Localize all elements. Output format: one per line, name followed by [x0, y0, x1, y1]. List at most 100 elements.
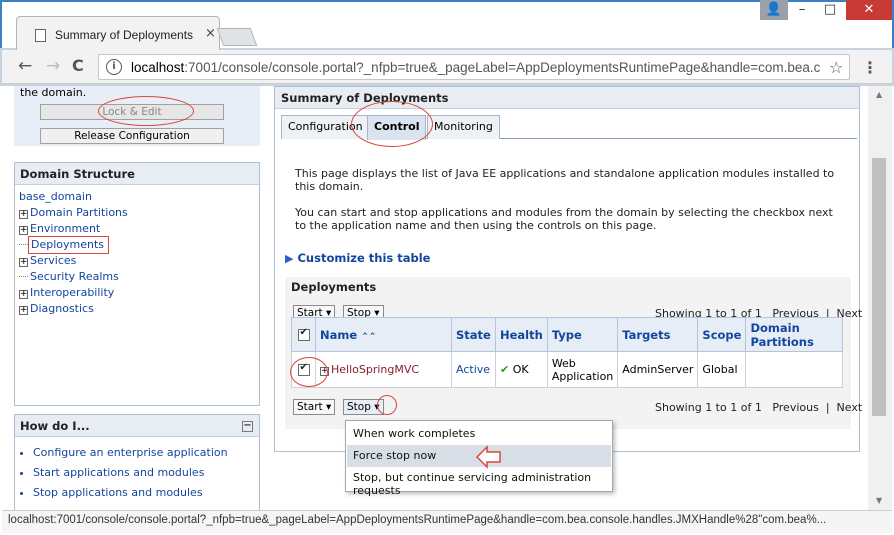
tree-item-deployments[interactable]: Deployments [28, 236, 110, 254]
expand-icon[interactable]: + [19, 290, 28, 299]
minimize-button[interactable]: – [788, 0, 816, 20]
minimize-panel-icon[interactable]: − [242, 421, 253, 432]
expand-icon[interactable]: + [19, 258, 28, 267]
chevron-down-icon: ▾ [326, 401, 332, 413]
link-stop-applications[interactable]: Stop applications and modules [33, 486, 203, 499]
status-bar: localhost:7001/console/console.portal?_n… [2, 510, 892, 533]
highlight-oval [290, 357, 328, 387]
tree-connector [19, 244, 28, 245]
app-link-hellospringmvc[interactable]: HelloSpringMVC [331, 363, 419, 376]
link-start-applications[interactable]: Start applications and modules [33, 466, 204, 479]
tree-item-security-realms[interactable]: Security Realms [30, 270, 119, 283]
pager-previous[interactable]: Previous [772, 401, 819, 414]
how-do-i-list: Configure an enterprise application Star… [15, 437, 259, 503]
health-value: OK [512, 363, 529, 376]
tree-item-interoperability[interactable]: Interoperability [30, 286, 114, 299]
column-scope[interactable]: Scope [697, 317, 747, 352]
domain-structure-panel: Domain Structure base_domain + Domain Par… [14, 162, 260, 406]
column-type[interactable]: Type [546, 317, 619, 352]
page-icon [35, 29, 46, 42]
tree-item-domain-partitions[interactable]: Domain Partitions [30, 206, 128, 219]
pager-showing: Showing 1 to 1 of 1 [655, 401, 762, 414]
targets-cell: AdminServer [617, 351, 699, 388]
type-cell: Web Application [546, 351, 619, 388]
tab-close-icon[interactable]: × [205, 26, 216, 41]
domain-structure-title: Domain Structure [15, 163, 259, 185]
how-do-i-header: How do I... − [15, 415, 259, 437]
stop-label: Stop [347, 401, 371, 413]
menu-item-stop-continue-admin[interactable]: Stop, but continue servicing administrat… [347, 467, 611, 497]
start-dropdown-button-bottom[interactable]: Start ▾ [293, 399, 336, 415]
url-path: :7001/console/console.portal?_nfpb=true&… [184, 60, 821, 75]
tree-item-services[interactable]: Services [30, 254, 76, 267]
column-health[interactable]: Health [495, 317, 548, 352]
customize-table-link[interactable]: ▶ Customize this table [285, 251, 430, 265]
new-tab-button[interactable] [216, 28, 258, 46]
tab-monitoring[interactable]: Monitoring [427, 115, 500, 139]
deployments-label: Deployments [291, 280, 377, 294]
start-label: Start [297, 401, 323, 413]
scroll-up-icon[interactable]: ▲ [876, 90, 882, 99]
browser-tab[interactable]: Summary of Deployments × [16, 16, 220, 52]
browser-menu-icon[interactable]: ⋮ [862, 58, 878, 77]
info-icon[interactable]: i [106, 59, 122, 75]
close-window-button[interactable]: ✕ [846, 0, 892, 20]
partitions-cell [745, 351, 843, 388]
intro-text: This page displays the list of Java EE a… [295, 167, 845, 232]
deployments-section: Deployments Start ▾ Stop ▾ Showing 1 to … [285, 277, 862, 429]
page-title: Summary of Deployments [275, 87, 859, 109]
expand-icon[interactable]: + [19, 210, 28, 219]
tree-item-diagnostics[interactable]: Diagnostics [30, 302, 94, 315]
expand-icon[interactable]: + [19, 226, 28, 235]
url-host: localhost [131, 60, 185, 75]
column-targets[interactable]: Targets [617, 317, 699, 352]
left-arrow-annotation-icon [476, 445, 501, 469]
address-bar[interactable]: i localhost:7001/console/console.portal?… [98, 54, 850, 80]
list-item: Configure an enterprise application [33, 443, 259, 463]
highlight-oval [377, 395, 397, 415]
deployments-table: Name ⌃⌃ State Health Type Targets Scope … [291, 317, 843, 388]
change-center-text: the domain. [20, 86, 87, 99]
intro-paragraph-2: You can start and stop applications and … [295, 206, 833, 232]
health-cell: ✔ OK [495, 351, 548, 388]
tree-item-environment[interactable]: Environment [30, 222, 100, 235]
link-configure-enterprise-app[interactable]: Configure an enterprise application [33, 446, 228, 459]
url-text[interactable]: localhost:7001/console/console.portal?_n… [131, 60, 821, 75]
maximize-button[interactable]: □ [816, 0, 844, 20]
scrollbar-thumb[interactable] [872, 158, 886, 416]
forward-arrow-icon[interactable]: → [46, 56, 60, 76]
column-domain-partitions[interactable]: Domain Partitions [745, 317, 843, 352]
column-name[interactable]: Name ⌃⌃ [315, 317, 452, 352]
reload-icon[interactable]: C [72, 56, 84, 75]
bookmark-star-icon[interactable]: ☆ [829, 58, 843, 77]
column-state[interactable]: State [451, 317, 496, 352]
expand-icon[interactable]: + [19, 306, 28, 315]
pager-bottom: Showing 1 to 1 of 1 Previous | Next [655, 401, 862, 414]
customize-table-label: Customize this table [297, 251, 431, 265]
back-arrow-icon[interactable]: ← [18, 56, 32, 76]
change-center-panel: the domain. Lock & Edit Release Configur… [14, 86, 260, 146]
menu-item-when-work-completes[interactable]: When work completes [347, 423, 611, 445]
summary-of-deployments-panel: Summary of Deployments Configuration Con… [274, 86, 862, 452]
select-all-checkbox[interactable] [297, 327, 310, 341]
list-item: Start applications and modules [33, 463, 259, 483]
user-icon[interactable]: 👤 [760, 0, 788, 20]
release-configuration-button[interactable]: Release Configuration [40, 128, 224, 144]
expand-triangle-icon: ▶ [285, 252, 294, 265]
sort-icon: ⌃⌃ [361, 331, 377, 342]
state-cell: Active [451, 351, 496, 388]
table-row: +HelloSpringMVC Active ✔ OK Web Applicat… [291, 351, 843, 388]
tree-root-base-domain[interactable]: base_domain [19, 190, 92, 203]
name-cell: + HelloSpringMVC [315, 351, 452, 388]
tree-connector [19, 276, 28, 277]
how-do-i-title: How do I... [20, 419, 90, 433]
state-link[interactable]: Active [456, 363, 490, 376]
scroll-down-icon[interactable]: ▼ [876, 496, 882, 505]
highlight-oval [98, 96, 194, 126]
pager-next[interactable]: Next [837, 401, 863, 414]
vertical-scrollbar[interactable]: ▲ ▼ [868, 86, 892, 510]
table-header-row: Name ⌃⌃ State Health Type Targets Scope … [291, 317, 843, 352]
highlight-oval [351, 101, 433, 147]
check-icon: ✔ [500, 363, 510, 376]
browser-toolbar: ← → C i localhost:7001/console/console.p… [2, 50, 892, 84]
